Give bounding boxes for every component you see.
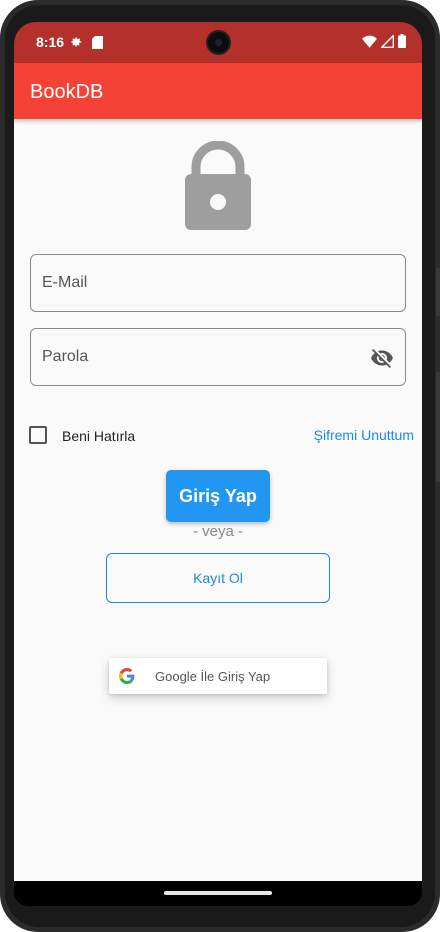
password-field[interactable]: Parola	[30, 328, 406, 386]
status-time: 8:16	[36, 34, 65, 50]
lock-icon	[185, 141, 251, 230]
status-bar: 8:16	[14, 22, 422, 63]
app-title: BookDB	[30, 81, 104, 103]
google-logo-icon	[119, 668, 135, 684]
google-sign-in-label: Google İle Giriş Yap	[155, 669, 271, 684]
screen: 8:16 BookDB E-Mail Parola Beni Hatırla Ş…	[14, 22, 422, 906]
remember-me-checkbox[interactable]	[29, 426, 47, 444]
register-button[interactable]: Kayıt Ol	[106, 553, 330, 603]
email-field[interactable]: E-Mail	[30, 254, 406, 312]
google-sign-in-button[interactable]: Google İle Giriş Yap	[109, 658, 327, 694]
home-gesture-handle[interactable]	[164, 891, 272, 895]
login-button[interactable]: Giriş Yap	[166, 470, 270, 522]
remember-me-row: Beni Hatırla Şifremi Unuttum	[29, 424, 414, 446]
sd-card-icon	[92, 36, 103, 49]
forgot-password-link[interactable]: Şifremi Unuttum	[314, 427, 414, 443]
power-button	[436, 268, 440, 316]
navigation-bar	[14, 881, 422, 906]
device-frame: 8:16 BookDB E-Mail Parola Beni Hatırla Ş…	[0, 0, 440, 932]
email-field-label: E-Mail	[42, 274, 88, 291]
password-field-label: Parola	[42, 348, 89, 365]
status-icons	[362, 34, 406, 48]
remember-me-label: Beni Hatırla	[62, 428, 136, 444]
battery-icon	[398, 34, 406, 48]
or-divider: - veya -	[192, 523, 243, 540]
gear-icon	[71, 37, 82, 47]
app-bar: BookDB	[14, 63, 422, 119]
signal-icon	[381, 34, 394, 48]
visibility-off-icon[interactable]	[370, 346, 394, 370]
wifi-icon	[362, 35, 377, 48]
volume-button	[436, 372, 440, 482]
login-screen: E-Mail Parola Beni Hatırla Şifremi Unutt…	[14, 119, 422, 881]
front-camera	[206, 30, 231, 55]
